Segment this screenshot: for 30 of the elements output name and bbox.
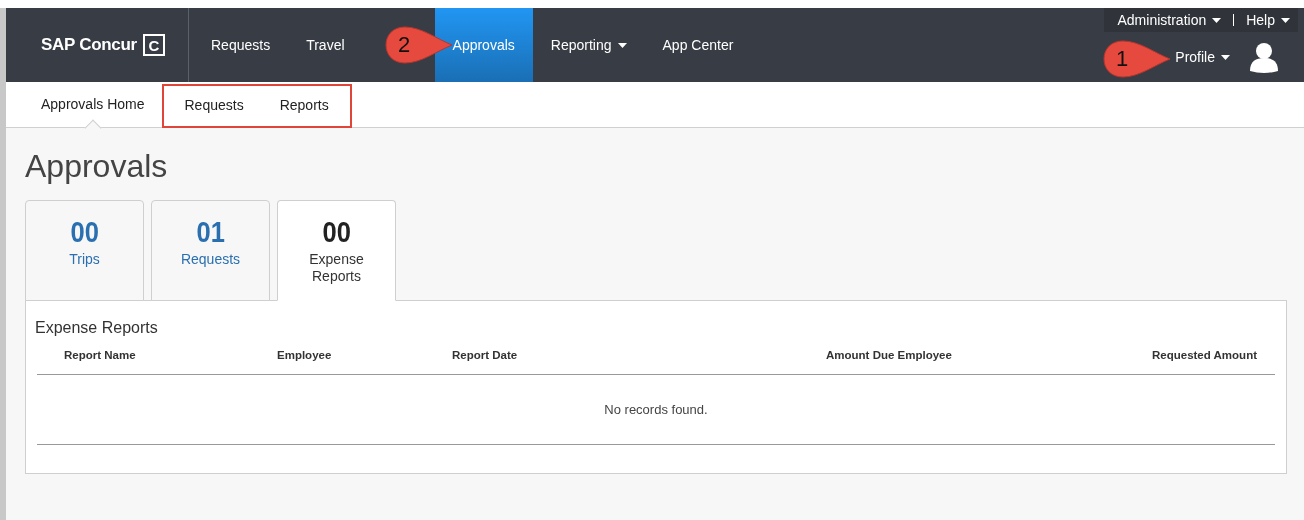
- nav-tab[interactable]: Requests: [193, 8, 289, 82]
- logo-mark: C: [142, 34, 165, 56]
- empty-message: No records found.: [604, 401, 708, 419]
- utility-menu[interactable]: Help: [1246, 9, 1290, 31]
- callout-number: 2: [398, 31, 411, 59]
- panel-title: Expense Reports: [35, 318, 159, 338]
- column-header: Amount Due Employee: [826, 348, 953, 363]
- caret-icon: [1221, 54, 1230, 60]
- summary-tab[interactable]: 00 Trips: [25, 200, 144, 301]
- user-avatar-icon[interactable]: [1250, 41, 1278, 73]
- summary-tab[interactable]: 00 Expense Reports: [277, 200, 396, 301]
- nav-tab[interactable]: Travel: [288, 8, 363, 82]
- nav-tab[interactable]: App Center: [644, 8, 752, 82]
- profile-menu[interactable]: Profile: [1175, 46, 1230, 68]
- utility-menu[interactable]: Administration: [1117, 9, 1222, 31]
- summary-tab[interactable]: 01 Requests: [151, 200, 270, 301]
- subnav-tab[interactable]: Requests: [171, 85, 257, 126]
- column-header: Report Date: [452, 348, 519, 363]
- caret-icon: [1281, 17, 1290, 23]
- subnav-tab[interactable]: Reports: [266, 85, 342, 126]
- column-header: Employee: [277, 348, 333, 363]
- nav-tab[interactable]: Reporting: [532, 8, 645, 82]
- logo-text: SAP Concur: [41, 34, 137, 57]
- caret-icon: [1212, 17, 1222, 23]
- callout-number: 1: [1116, 45, 1129, 73]
- subnav-tab[interactable]: Approvals Home: [28, 82, 158, 127]
- nav-tab[interactable]: Approvals: [434, 8, 533, 82]
- column-header: Requested Amount: [1151, 348, 1258, 363]
- page-title: Approvals: [25, 147, 169, 186]
- column-header: Report Name: [63, 348, 137, 363]
